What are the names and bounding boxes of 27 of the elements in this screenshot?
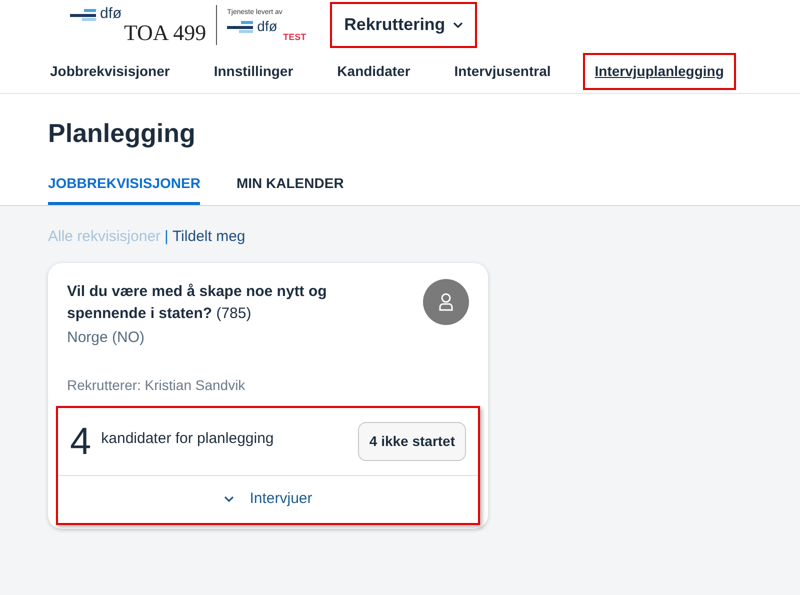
tab[interactable]: JOBBREKVISISJONER <box>48 165 200 205</box>
app-title: TOA 499 <box>124 20 206 44</box>
nav-link[interactable]: Jobbrekvisisjoner <box>40 55 180 88</box>
nav-link[interactable]: Intervjusentral <box>444 55 561 88</box>
logo-icon <box>227 20 254 33</box>
provider-logo-text: dfø <box>257 18 278 33</box>
test-label: TEST <box>283 32 306 42</box>
nav-link[interactable]: Intervjuplanlegging <box>584 55 734 88</box>
filter-separator: | <box>164 227 168 247</box>
avatar-icon <box>423 278 469 324</box>
candidate-count: 4 <box>70 422 92 460</box>
page-title: Planlegging <box>48 117 196 150</box>
status-button[interactable]: 4 ikke startet <box>358 422 466 461</box>
nav-link[interactable]: Innstillinger <box>204 55 304 88</box>
interviews-toggle[interactable]: Intervjuer <box>58 476 478 522</box>
candidate-count-label: kandidater for planlegging <box>101 429 274 449</box>
location-text: Norge (NO) <box>67 328 146 348</box>
logo-text: dfø <box>100 6 122 20</box>
logo-icon <box>70 8 96 20</box>
filter-link[interactable]: Tildelt meg <box>172 226 246 248</box>
app-menu-button[interactable]: Rekruttering <box>332 4 476 46</box>
requisition-title: Vil du være med å skape noe nytt og spennende i staten? (785) <box>67 282 327 322</box>
tab[interactable]: MIN KALENDER <box>236 165 344 205</box>
recruiter-text: Rekrutterer: Kristian Sandvik <box>67 376 246 395</box>
chevron-down-icon <box>224 496 234 502</box>
nav-link[interactable]: Kandidater <box>327 55 420 88</box>
chevron-down-icon <box>453 22 464 28</box>
